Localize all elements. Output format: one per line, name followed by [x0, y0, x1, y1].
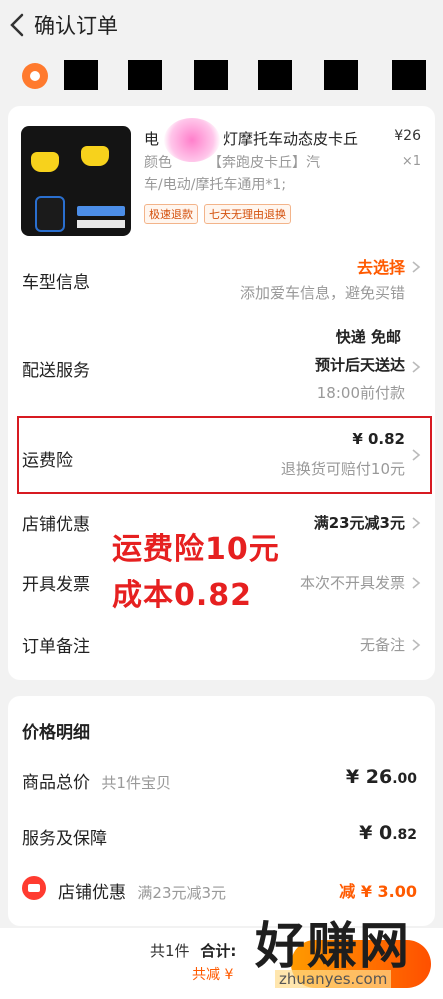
shop-discount-label: 店铺优惠 [22, 515, 90, 535]
product-tags: 极速退款 七天无理由退换 [144, 204, 291, 224]
bottom-total: 共1件 合计: [150, 942, 237, 960]
annotation-highlight-box [17, 416, 432, 494]
product-price: ¥26 [394, 128, 421, 144]
chevron-right-icon [412, 517, 421, 529]
image-label-badge [77, 206, 125, 216]
chevron-left-icon[interactable] [0, 0, 34, 50]
chevron-right-icon [412, 639, 421, 651]
product-pack-shape [35, 196, 65, 232]
goods-total-value: ¥ 26.00 [345, 766, 417, 788]
annotation-line2: 成本0.82 [112, 578, 253, 613]
service-value: ¥ 0.82 [359, 822, 417, 844]
bottom-saved: 共减 ¥ [192, 967, 234, 983]
chevron-right-icon [412, 261, 421, 273]
row-goods-total: 商品总价 共1件宝贝 ¥ 26.00 [8, 766, 435, 796]
row-price-shop-discount: 店铺优惠 满23元减3元 减 ¥ 3.00 [8, 876, 435, 906]
row-service: 服务及保障 ¥ 0.82 [8, 822, 435, 852]
redacted-block [64, 60, 98, 90]
delivery-label: 配送服务 [22, 361, 90, 381]
car-model-hint: 添加爱车信息，避免买错 [239, 284, 405, 302]
pikachu-shape [81, 146, 109, 166]
price-detail-title: 价格明细 [22, 723, 90, 743]
redacted-block [392, 60, 426, 90]
tag-fast-refund: 极速退款 [144, 204, 198, 224]
chevron-right-icon [412, 361, 421, 373]
order-note-label: 订单备注 [22, 637, 90, 657]
delivery-eta: 预计后天送达 [314, 356, 405, 374]
pikachu-shape [31, 152, 59, 172]
service-label: 服务及保障 [22, 829, 107, 849]
delivery-deadline: 18:00前付款 [316, 384, 405, 402]
chevron-right-icon [412, 577, 421, 589]
privacy-blur-heart [164, 118, 220, 162]
product-qty: ×1 [401, 154, 421, 169]
shop-discount-value: 满23元减3元 [313, 514, 405, 532]
tag-7day-return: 七天无理由退换 [204, 204, 291, 224]
order-note-value: 无备注 [359, 636, 405, 654]
product-image[interactable] [21, 126, 131, 236]
price-shop-discount-label: 店铺优惠 满23元减3元 [58, 883, 227, 903]
row-delivery[interactable]: 配送服务 快递 免邮 预计后天送达 18:00前付款 [8, 322, 435, 406]
redacted-block [194, 60, 228, 90]
car-model-label: 车型信息 [22, 273, 90, 293]
row-order-note[interactable]: 订单备注 无备注 [8, 630, 435, 660]
redacted-block [324, 60, 358, 90]
image-sublabel-badge [77, 220, 125, 228]
watermark-text: 好赚网 [255, 917, 411, 975]
redacted-block [128, 60, 162, 90]
invoice-label: 开具发票 [22, 575, 90, 595]
delivery-method: 快递 免邮 [335, 328, 401, 346]
car-model-action[interactable]: 去选择 [357, 254, 405, 278]
redacted-block [258, 60, 292, 90]
goods-total-label: 商品总价 共1件宝贝 [22, 773, 171, 793]
row-car-model[interactable]: 车型信息 去选择 添加爱车信息，避免买错 [8, 250, 435, 310]
page-title: 确认订单 [34, 14, 118, 38]
watermark: 好赚网 zhuanyes.com [255, 906, 435, 992]
watermark-url: zhuanyes.com [275, 970, 392, 988]
price-shop-discount-value: 减 ¥ 3.00 [339, 882, 417, 901]
annotation-line1: 运费险10元 [112, 532, 280, 567]
top-bar: 确认订单 [0, 0, 443, 50]
invoice-value: 本次不开具发票 [299, 574, 405, 592]
location-pin-icon [22, 63, 48, 89]
